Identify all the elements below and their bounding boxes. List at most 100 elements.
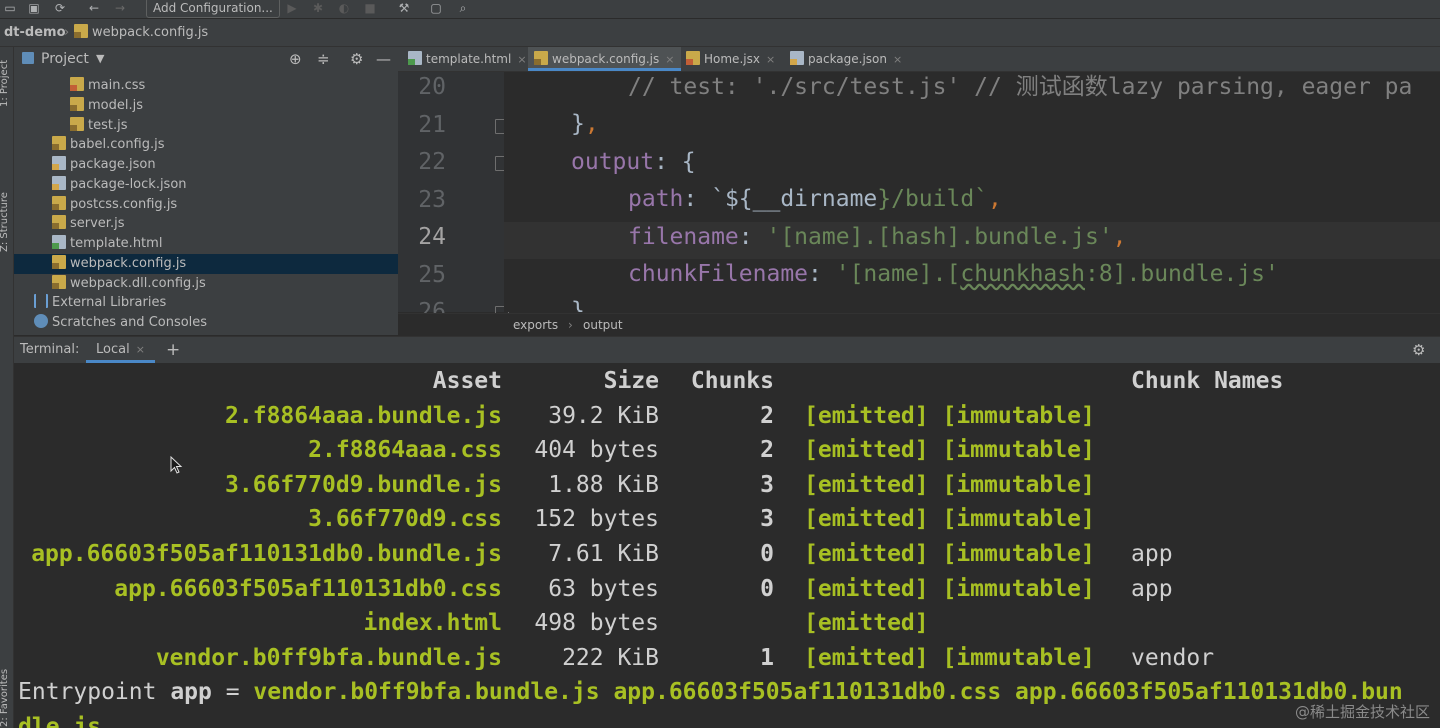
line-number: 21 bbox=[418, 111, 446, 138]
stop-icon[interactable]: ■ bbox=[362, 0, 378, 16]
asset-size: 498 bytes bbox=[534, 610, 659, 637]
tree-item[interactable]: test.js bbox=[14, 116, 398, 136]
close-icon[interactable]: × bbox=[517, 53, 526, 66]
js-file-icon bbox=[52, 215, 66, 230]
asset-name: index.html bbox=[363, 610, 502, 637]
editor-tab[interactable]: template.html × bbox=[402, 47, 533, 71]
tree-item-label: server.js bbox=[70, 216, 125, 232]
sync-icon[interactable]: ⟳ bbox=[52, 0, 68, 16]
asset-chunk-name: app bbox=[1131, 575, 1173, 602]
terminal-table-header: Asset Size Chunks Chunk Names bbox=[14, 364, 1440, 399]
terminal-tab-local[interactable]: Local × bbox=[86, 337, 155, 363]
entrypoint-wrap-line: dle.js bbox=[18, 714, 102, 728]
chevron-down-icon[interactable]: ▼ bbox=[96, 47, 104, 71]
structure-tool-tab[interactable]: Z: Structure bbox=[0, 192, 10, 252]
debug-icon[interactable]: ✱ bbox=[310, 0, 326, 16]
tree-item-label: Scratches and Consoles bbox=[52, 315, 208, 330]
terminal-label: Terminal: bbox=[20, 342, 80, 357]
tree-item[interactable]: webpack.config.js bbox=[14, 253, 398, 274]
tree-item[interactable]: package.json bbox=[14, 155, 398, 175]
back-icon[interactable]: ← bbox=[86, 0, 102, 16]
editor-tab[interactable]: webpack.config.js × bbox=[528, 47, 681, 71]
wrench-icon[interactable]: ⚒ bbox=[396, 0, 412, 16]
code-line-25: chunkFilename: '[name].[chunkhash:8].bun… bbox=[628, 259, 1279, 296]
forward-icon[interactable]: → bbox=[112, 0, 128, 16]
open-folder-icon[interactable]: ▭ bbox=[2, 0, 18, 16]
gear-icon[interactable]: ⚙ bbox=[1412, 337, 1425, 363]
js-file-icon bbox=[70, 96, 84, 111]
asset-size: 404 bytes bbox=[534, 437, 659, 464]
breadcrumb-output[interactable]: output bbox=[583, 314, 623, 336]
asset-size: 39.2 KiB bbox=[548, 402, 659, 429]
close-icon[interactable]: × bbox=[136, 343, 145, 356]
favorites-tool-tab[interactable]: 2: Favorites bbox=[0, 669, 10, 727]
code-string: '[name].[ bbox=[835, 261, 961, 287]
asset-size: 7.61 KiB bbox=[548, 541, 659, 567]
tree-item[interactable]: babel.config.js bbox=[14, 135, 398, 155]
project-view-selector[interactable]: Project bbox=[41, 47, 89, 71]
code-string: :8].bundle.js' bbox=[1084, 261, 1279, 287]
code-editor[interactable]: // test: './src/test.js' // 测试函数lazy par… bbox=[504, 72, 1440, 312]
add-configuration-button[interactable]: Add Configuration... bbox=[146, 0, 280, 18]
editor-tab[interactable]: package.json × bbox=[784, 47, 908, 71]
left-tool-stripe: 1: Project Z: Structure 2: Favorites bbox=[0, 47, 14, 728]
code-key: chunkFilename bbox=[628, 261, 809, 287]
column-header-chunk-names: Chunk Names bbox=[1131, 368, 1284, 394]
terminal-output[interactable]: Asset Size Chunks Chunk Names 2.f8864aaa.bun… bbox=[14, 363, 1440, 728]
editor-tab-label: Home.jsx bbox=[704, 52, 760, 66]
tree-item[interactable]: webpack.dll.config.js bbox=[14, 274, 398, 294]
tree-item-label: webpack.dll.config.js bbox=[70, 275, 206, 291]
gear-icon[interactable]: ⚙ bbox=[350, 47, 363, 71]
code-string-typo: chunkhash bbox=[960, 261, 1085, 287]
js-file-icon bbox=[52, 274, 66, 289]
search-icon[interactable]: ⌕ bbox=[455, 0, 471, 16]
navigation-bar: dt-demo › webpack.config.js bbox=[0, 19, 1440, 47]
close-icon[interactable]: × bbox=[893, 53, 902, 66]
tree-item[interactable]: main.css bbox=[14, 76, 398, 96]
run-icon[interactable]: ▶ bbox=[284, 0, 300, 16]
terminal-table-row: 3.66f770d9.bundle.js 1.88 KiB 3 [emitted] [… bbox=[14, 468, 1440, 503]
window-icon[interactable]: ▢ bbox=[428, 0, 444, 16]
tree-item-label: model.js bbox=[88, 97, 143, 113]
code-string: '[name].[hash].bundle.js' bbox=[766, 224, 1113, 250]
asset-size: 152 bytes bbox=[534, 506, 659, 533]
tree-item[interactable]: Scratches and Consoles bbox=[14, 313, 398, 333]
tree-item[interactable]: model.js bbox=[14, 96, 398, 116]
terminal-table-row: vendor.b0ff9bfa.bundle.js 222 KiB 1 [emitte… bbox=[14, 641, 1440, 676]
tree-item[interactable]: postcss.config.js bbox=[14, 195, 398, 215]
code-colon: : bbox=[683, 186, 712, 212]
entrypoint-name: app bbox=[170, 679, 212, 706]
terminal-tab-label: Local bbox=[96, 342, 130, 357]
lib-file-icon bbox=[34, 294, 48, 309]
tree-item[interactable]: template.html bbox=[14, 234, 398, 254]
nav-file[interactable]: webpack.config.js bbox=[74, 19, 208, 46]
code-variable: __dirname bbox=[752, 186, 878, 212]
tree-item[interactable]: package-lock.json bbox=[14, 175, 398, 195]
project-tool-tab[interactable]: 1: Project bbox=[0, 60, 10, 107]
asset-chunks: 3 bbox=[760, 471, 774, 498]
project-icon bbox=[22, 52, 34, 64]
new-terminal-icon[interactable]: + bbox=[166, 337, 180, 363]
tree-item[interactable]: server.js bbox=[14, 214, 398, 234]
save-icon[interactable]: ▣ bbox=[26, 0, 42, 16]
locate-icon[interactable]: ⊕ bbox=[289, 47, 302, 71]
close-icon[interactable]: × bbox=[766, 53, 775, 66]
code-line-20: // test: './src/test.js' // 测试函数lazy par… bbox=[628, 72, 1412, 109]
breadcrumb-exports[interactable]: exports bbox=[513, 314, 558, 336]
collapse-all-icon[interactable]: ≑ bbox=[317, 47, 330, 71]
coverage-icon[interactable]: ◐ bbox=[336, 0, 352, 16]
asset-size: 222 KiB bbox=[562, 644, 659, 671]
asset-flags: [emitted] [immutable] bbox=[804, 506, 1095, 533]
editor-tab[interactable]: Home.jsx × bbox=[680, 47, 781, 71]
nav-project-name[interactable]: dt-demo bbox=[4, 19, 66, 46]
js-file-icon bbox=[534, 51, 548, 65]
hide-panel-icon[interactable]: — bbox=[376, 47, 391, 71]
terminal-table-row: 2.f8864aaa.css 404 bytes 2 [emitted] [immut… bbox=[14, 433, 1440, 468]
tree-item[interactable]: External Libraries bbox=[14, 293, 398, 313]
close-icon[interactable]: × bbox=[665, 53, 674, 66]
column-header-size: Size bbox=[603, 368, 659, 394]
asset-chunks: 0 bbox=[760, 541, 774, 567]
line-number: 22 bbox=[418, 149, 446, 175]
project-panel-header: Project ▼ ⊕ ≑ ⚙ — bbox=[14, 47, 398, 71]
asset-flags: [emitted] [immutable] bbox=[804, 541, 1095, 567]
